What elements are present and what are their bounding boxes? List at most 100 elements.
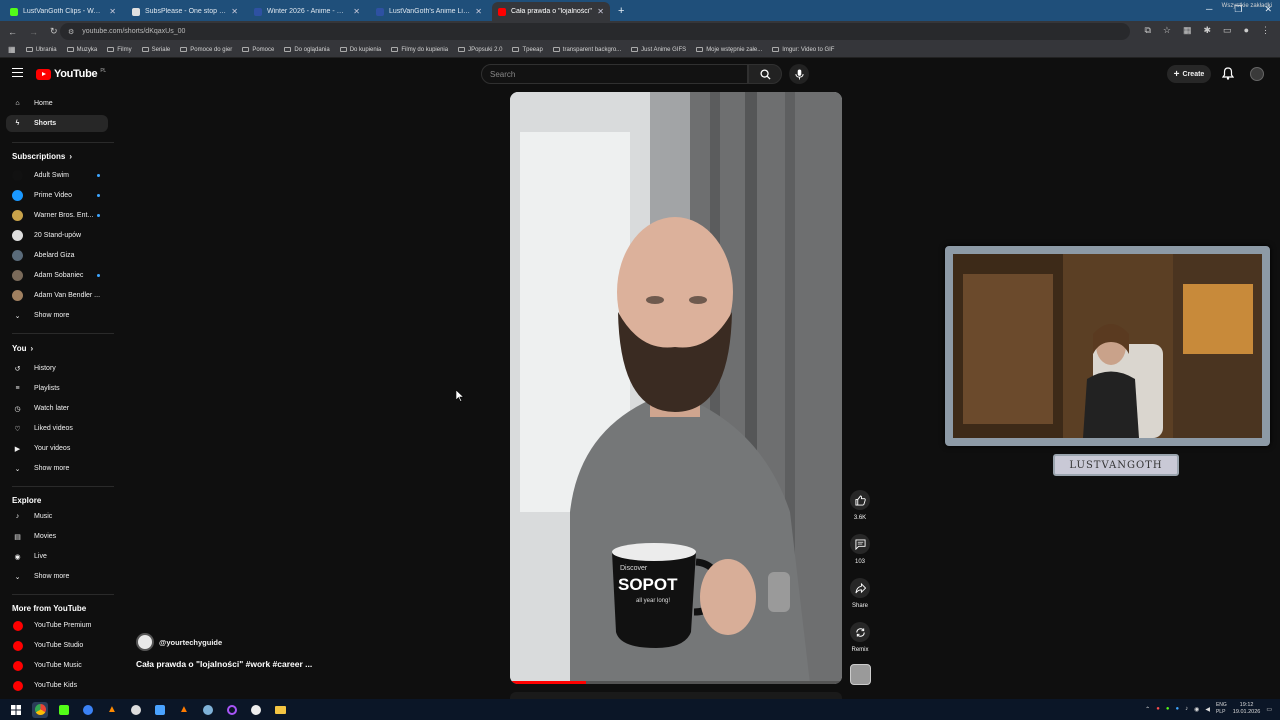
tab-close-icon[interactable]: ✕ [353,7,360,16]
show-more-button[interactable]: ⌄ Show more [6,460,108,477]
sidebar-item[interactable]: YouTube Premium [6,617,108,634]
chrome-icon[interactable] [32,701,48,718]
kick-app-icon[interactable] [56,702,72,718]
show-more-button[interactable]: ⌄ Show more [6,568,108,585]
extensions-puzzle-icon[interactable]: ✱ [1204,25,1212,36]
sidebar-item[interactable]: ♪ Music [6,508,108,525]
channel-handle[interactable]: @yourtechyguide [159,638,222,647]
search-button[interactable] [748,64,782,84]
short-channel[interactable]: @yourtechyguide [136,633,222,651]
minimize-icon[interactable]: ─ [1206,4,1212,15]
remix-action[interactable]: Remix [850,622,870,653]
tray-chevron-icon[interactable]: ⌃ [1145,706,1150,713]
hamburger-menu-icon[interactable] [12,68,23,77]
steam-icon[interactable] [200,702,216,718]
voice-search-button[interactable] [789,64,809,84]
sidebar-section-heading[interactable]: You › [12,344,33,353]
tray-language[interactable]: ENG PLP [1216,702,1227,716]
account-avatar[interactable] [1250,67,1264,81]
sidebar-item[interactable]: ↺ History [6,360,108,377]
tray-microphone-icon[interactable]: ♪ [1185,706,1188,712]
browser-menu-icon[interactable]: ⋮ [1261,25,1270,36]
tab-close-icon[interactable]: ✕ [109,7,116,16]
sidebar-item[interactable]: ⌂ Home [6,95,108,112]
comments-action[interactable]: 103 [850,534,870,565]
sidebar-section-heading[interactable]: Subscriptions › [12,152,72,161]
tab-close-icon[interactable]: ✕ [597,7,604,16]
app-icon-orange[interactable]: ▲ [176,702,192,718]
sidebar-item[interactable]: Prime Video [6,187,108,204]
file-explorer-icon[interactable] [272,702,288,718]
apps-grid-icon[interactable]: ▦ [8,45,16,54]
web-browser-icon[interactable] [80,702,96,718]
notifications-bell-icon[interactable] [1222,67,1234,80]
like-action[interactable]: 3.6K [850,490,870,521]
shorts-video-player[interactable]: Discover SOPOT all year long! [510,92,842,684]
channel-avatar[interactable] [136,633,154,651]
remix-button[interactable] [850,622,870,642]
search-input[interactable]: Search [481,64,748,84]
sidebar-item[interactable]: Adam Sobaniec [6,267,108,284]
sound-thumbnail[interactable] [850,664,871,685]
comments-button[interactable] [850,534,870,554]
sidebar-section-heading[interactable]: More from YouTube [12,604,86,613]
bookmark-item[interactable]: Pomoce [242,47,274,53]
bookmark-item[interactable]: Just Anime GIFS [631,47,686,53]
address-bar[interactable]: ⚙ youtube.com/shorts/dKqaxUs_00 [60,23,1130,40]
sidebar-item[interactable]: ◉ Live [6,548,108,565]
bookmark-item[interactable]: Ubrania [25,47,57,53]
youtube-logo[interactable]: YouTube PL [36,68,106,80]
sidebar-item[interactable]: Abelard Giza [6,247,108,264]
notifications-icon[interactable]: ▭ [1266,706,1272,713]
reload-icon[interactable]: ↻ [50,26,58,37]
tray-volume-icon[interactable]: ◀ [1205,706,1210,713]
bookmark-item[interactable]: Imgur: Video to GIF [772,47,834,53]
forward-icon[interactable]: → [29,27,38,37]
bookmark-item[interactable]: Muzyka [66,47,97,53]
back-icon[interactable]: ← [8,27,17,37]
sidebar-item[interactable]: YouTube Music [6,657,108,674]
browser-tab[interactable]: Cała prawda o "lojalności" ✕ [492,2,610,21]
like-button[interactable] [850,490,870,510]
tab-close-icon[interactable]: ✕ [231,7,238,16]
app-icon-white[interactable] [248,702,264,718]
create-button[interactable]: + Create [1167,65,1211,83]
install-icon[interactable]: ⧉ [1144,25,1150,36]
browser-tab[interactable]: SubsPlease - One stop shop fo ✕ [126,2,244,21]
sidebar-item[interactable]: Warner Bros. Ent... [6,207,108,224]
sidebar-item[interactable]: YouTube Kids [6,677,108,694]
bookmark-item[interactable]: transparent backgro... [552,47,621,53]
bookmark-item[interactable]: Tpeeap [512,47,543,53]
sidebar-section-heading[interactable]: Explore [12,496,41,505]
sidebar-item[interactable]: ◷ Watch later [6,400,108,417]
new-tab-icon[interactable]: + [618,5,624,17]
all-bookmarks-link[interactable]: Wszystkie zakładki [1222,3,1272,9]
app-icon-blue[interactable] [152,702,168,718]
sidebar-item[interactable]: ▤ Movies [6,528,108,545]
bookmark-item[interactable]: Filmy do kupienia [391,47,448,53]
tab-close-icon[interactable]: ✕ [475,7,482,16]
bookmark-star-icon[interactable]: ☆ [1163,25,1171,36]
extension-icon[interactable]: ▦ [1183,25,1192,36]
start-icon[interactable] [8,702,24,718]
site-info-icon[interactable]: ⚙ [68,28,74,36]
obs-icon[interactable] [128,702,144,718]
sidebar-item[interactable]: YouTube Studio [6,637,108,654]
video-progress-bar[interactable] [510,681,842,684]
short-title[interactable]: Cała prawda o "lojalności" #work #career… [136,659,312,669]
split-view-icon[interactable]: ▭ [1223,25,1232,36]
share-button[interactable] [850,578,870,598]
bookmark-item[interactable]: Filmy [107,47,132,53]
tray-app-icon-green[interactable]: ● [1166,706,1170,712]
share-action[interactable]: Share [850,578,870,609]
tray-network-icon[interactable]: ◉ [1194,706,1199,713]
browser-tab[interactable]: LustVanGoth Clips - Watch Liv ✕ [4,2,122,21]
bookmark-item[interactable]: Pomoce do gier [180,47,232,53]
sidebar-item[interactable]: ▶ Your videos [6,440,108,457]
bookmark-item[interactable]: JPopsuki 2.0 [458,47,502,53]
bookmark-item[interactable]: Do kupienia [339,47,381,53]
sidebar-item[interactable]: 20 Stand-upów [6,227,108,244]
browser-tab[interactable]: Winter 2026 - Anime - MyAnim ✕ [248,2,366,21]
bookmark-item[interactable]: Seriale [141,47,170,53]
sidebar-item[interactable]: ♡ Liked videos [6,420,108,437]
